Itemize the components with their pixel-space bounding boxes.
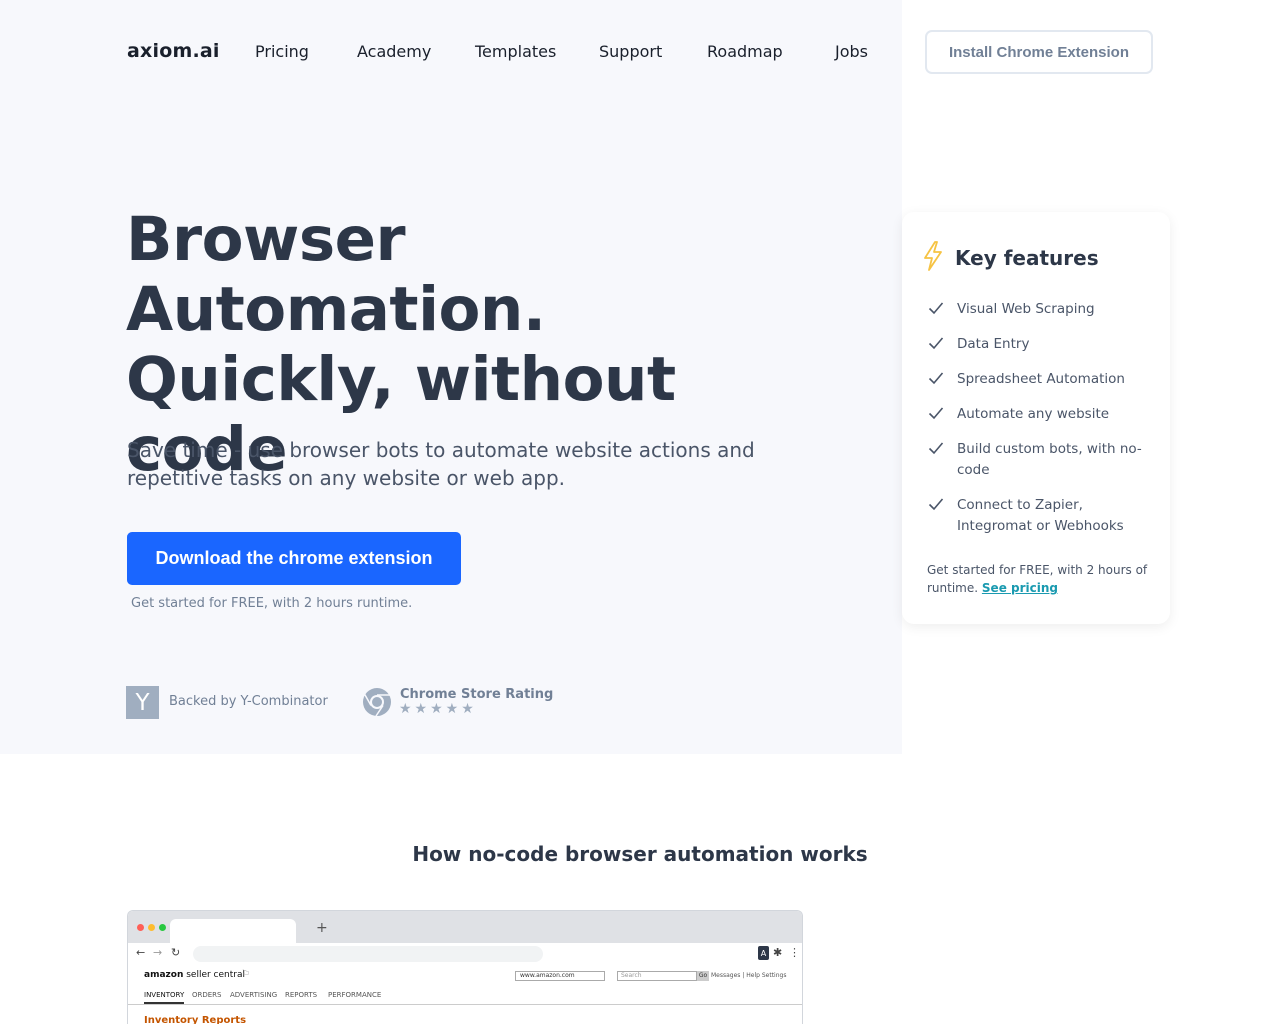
seller-search: Search [617, 971, 697, 981]
feature-text: Automate any website [957, 406, 1110, 422]
how-it-works-title: How no-code browser automation works [412, 842, 868, 866]
check-icon [928, 407, 944, 420]
check-icon [928, 372, 944, 385]
star-rating: ★★★★★ [399, 701, 477, 717]
features-title: Key features [955, 246, 1099, 270]
browser-toolbar: ← → ↻ A ✱ ⋮ [128, 943, 802, 967]
marketplace-select: www.amazon.com [515, 971, 605, 981]
maximize-dot [159, 924, 166, 931]
address-bar [193, 946, 543, 962]
seller-search-go: Go [697, 971, 709, 981]
check-icon [928, 498, 944, 511]
back-icon: ← [136, 946, 146, 959]
feature-text: Data Entry [957, 336, 1030, 352]
feature-text: Visual Web Scraping [957, 301, 1095, 317]
nav-link-pricing[interactable]: Pricing [255, 42, 309, 61]
check-icon [928, 302, 944, 315]
seller-central-logo: amazon seller central [144, 970, 245, 980]
see-pricing-link[interactable]: See pricing [982, 581, 1058, 595]
nav-link-roadmap[interactable]: Roadmap [707, 42, 783, 61]
chrome-rating-label: Chrome Store Rating [400, 687, 554, 702]
divider [128, 1004, 802, 1005]
axiom-extension-icon: A [758, 946, 769, 960]
seller-menu-item: INVENTORY [144, 991, 185, 1004]
flag-icon: ⚐ [241, 969, 250, 980]
chrome-icon [363, 688, 391, 717]
logo[interactable]: axiom.ai [127, 40, 220, 62]
check-icon [928, 337, 944, 350]
check-icon [928, 442, 944, 455]
lightning-icon [924, 241, 942, 271]
seller-logo-bold: amazon [144, 970, 184, 980]
seller-menu-item: ADVERTISING [230, 991, 278, 999]
cta-note: Get started for FREE, with 2 hours runti… [131, 596, 413, 611]
browser-screenshot: + ← → ↻ A ✱ ⋮ amazon seller central ⚐ ww… [127, 910, 803, 1024]
seller-menu-item: REPORTS [285, 991, 318, 999]
new-tab-icon: + [316, 920, 328, 936]
yc-label: Backed by Y-Combinator [169, 694, 328, 709]
pricing-note: Get started for FREE, with 2 hours of ru… [927, 561, 1152, 597]
hero-title-line: Browser Automation. [126, 204, 546, 345]
more-icon: ⋮ [789, 946, 800, 959]
seller-logo-rest: seller central [183, 970, 245, 980]
feature-text: Build custom bots, with no-code [957, 441, 1142, 478]
forward-icon: → [153, 946, 163, 959]
inventory-report-title: Inventory Reports [144, 1015, 247, 1024]
nav-link-jobs[interactable]: Jobs [835, 42, 868, 61]
extensions-icon: ✱ [773, 946, 783, 959]
reload-icon: ↻ [171, 946, 181, 959]
download-extension-button[interactable]: Download the chrome extension [127, 532, 461, 585]
browser-tab [170, 919, 296, 943]
close-dot [137, 924, 144, 931]
seller-menu-item: PERFORMANCE [328, 991, 382, 999]
nav-link-templates[interactable]: Templates [475, 42, 556, 61]
feature-text: Spreadsheet Automation [957, 371, 1125, 387]
hero-subtitle: Save time - use browser bots to automate… [127, 438, 755, 490]
ycombinator-logo: Y [126, 686, 159, 719]
nav-link-support[interactable]: Support [599, 42, 662, 61]
install-extension-button[interactable]: Install Chrome Extension [925, 30, 1153, 74]
seller-menu-item: ORDERS [192, 991, 222, 999]
hero-title-line: Quickly, without [126, 344, 676, 415]
nav-link-academy[interactable]: Academy [357, 42, 431, 61]
seller-links: Messages | Help Settings [711, 972, 787, 979]
minimize-dot [148, 924, 155, 931]
feature-text: Connect to Zapier, Integromat or Webhook… [957, 497, 1124, 534]
